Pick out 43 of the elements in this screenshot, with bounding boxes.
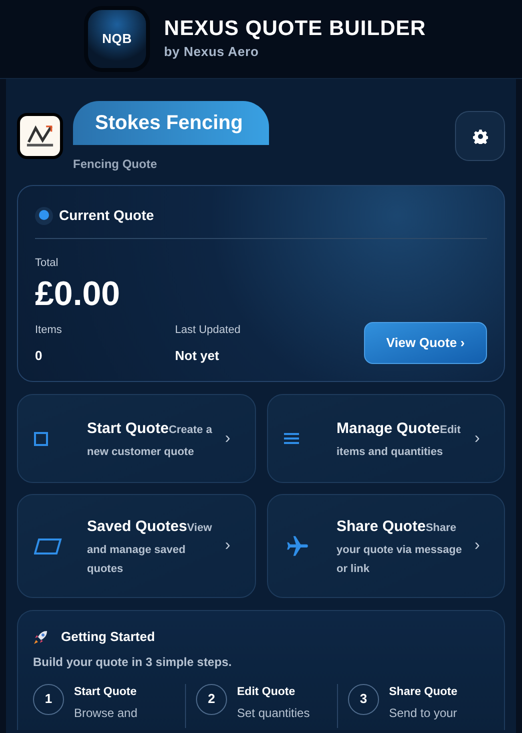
action-text: Share QuoteShare your quote via message or link xyxy=(336,517,463,577)
app-subtitle: by Nexus Aero xyxy=(164,43,260,62)
step-title: Edit Quote xyxy=(237,684,296,700)
step-number: 1 xyxy=(33,684,64,714)
last-updated-label: Last Updated xyxy=(175,322,240,338)
step-number: 2 xyxy=(196,684,227,714)
chevron-icon: › xyxy=(474,426,480,450)
step-text: Set quantities xyxy=(237,704,310,722)
app-logo: NQB xyxy=(88,10,146,68)
card-title: Current Quote xyxy=(59,206,154,225)
section-title: Getting Started xyxy=(61,628,155,646)
action-text: Saved QuotesView and manage saved quotes xyxy=(87,517,213,577)
items-count: 0 xyxy=(35,347,44,365)
step-title: Share Quote xyxy=(389,684,458,700)
step-number: 3 xyxy=(348,684,379,714)
step-text: Browse and xyxy=(74,704,138,722)
settings-icon xyxy=(472,128,488,144)
action-card[interactable]: Saved QuotesView and manage saved quotes › xyxy=(17,494,256,598)
step-title: Start Quote xyxy=(74,684,138,700)
action-card[interactable]: Manage QuoteEdit items and quantities › xyxy=(266,394,505,483)
chevron-icon: › xyxy=(225,534,230,558)
action-text: Start QuoteCreate a new customer quote xyxy=(87,419,214,460)
app-title: NEXUS QUOTE BUILDER xyxy=(164,16,426,42)
chevron-icon: › xyxy=(474,534,480,558)
rocket-icon xyxy=(33,628,49,645)
menu-icon xyxy=(284,433,298,444)
action-card[interactable]: Start QuoteCreate a new customer quote › xyxy=(17,394,256,483)
action-text: Manage QuoteEdit items and quantities xyxy=(336,419,462,460)
section-intro: Build your quote in 3 simple steps. xyxy=(33,654,233,670)
company-logo-icon xyxy=(17,113,63,159)
step-text: Send to your xyxy=(389,704,458,722)
action-card[interactable]: Share QuoteShare your quote via message or link › xyxy=(266,494,505,598)
total-label: Total xyxy=(35,256,60,271)
items-label: Items xyxy=(35,322,63,338)
total-amount: £0.00 xyxy=(35,274,122,314)
status-dot-icon xyxy=(35,206,53,224)
chevron-icon: › xyxy=(225,426,230,450)
view-quote-button[interactable]: View Quote › xyxy=(364,322,487,364)
parallelogram-icon xyxy=(34,538,62,554)
business-subtitle: Fencing Quote xyxy=(73,156,158,173)
settings-button[interactable] xyxy=(455,111,505,161)
last-updated-value: Not yet xyxy=(175,347,220,365)
square-icon xyxy=(34,432,48,446)
